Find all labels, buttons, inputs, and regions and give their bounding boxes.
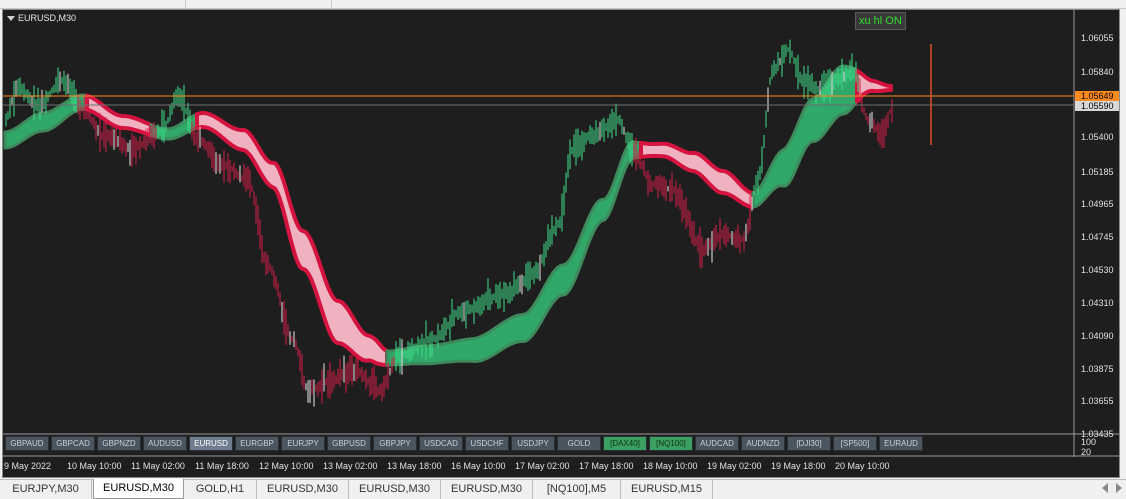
time-label: 20 May 10:00 (835, 461, 890, 471)
price-level-label: 1.04310 (1081, 298, 1114, 308)
time-label: 11 May 02:00 (131, 461, 185, 471)
top-toolbar-strip (0, 0, 1126, 9)
price-level-label: 1.05840 (1081, 67, 1114, 77)
symbol-selector-bar: GBPAUD GBPCAD GBPNZD AUDUSD EURUSD EURGBP EURJ… (5, 436, 923, 452)
symbol-button[interactable]: EURJPY (281, 436, 325, 451)
chart-tab-bar: EURJPY,M30 EURUSD,M30 GOLD,H1 EURUSD,M30 EUR… (0, 479, 1126, 499)
symbol-button[interactable]: EURAUD (879, 436, 923, 451)
price-level-label: 1.05185 (1081, 167, 1114, 177)
time-label: 19 May 18:00 (771, 461, 826, 471)
time-label: 13 May 18:00 (387, 461, 442, 471)
time-label: 18 May 10:00 (643, 461, 698, 471)
symbol-button[interactable]: USDCAD (419, 436, 463, 451)
symbol-button[interactable]: GBPAUD (5, 436, 49, 451)
chart-tab[interactable]: EURJPY,M30 (0, 480, 92, 499)
chart-tab[interactable]: EURUSD,M30 (93, 479, 184, 499)
ask-price-badge: 1.05649 (1075, 91, 1119, 101)
symbol-button[interactable]: USDCHF (465, 436, 509, 451)
symbol-button[interactable]: [NQ100] (649, 436, 693, 451)
time-label: 19 May 02:00 (707, 461, 762, 471)
time-label: 12 May 10:00 (259, 461, 314, 471)
symbol-button[interactable]: EURGBP (235, 436, 279, 451)
bear-band (195, 111, 389, 367)
chart-title[interactable]: EURUSD,M30 (7, 13, 76, 23)
indicator-level-bottom: 20 (1081, 447, 1092, 457)
price-level-label: 1.03875 (1081, 364, 1114, 374)
time-label: 17 May 02:00 (515, 461, 570, 471)
time-label: 9 May 2022 (4, 461, 52, 471)
chart-tab[interactable]: EURUSD,M15 (621, 480, 713, 499)
time-label: 13 May 02:00 (323, 461, 378, 471)
symbol-button[interactable]: [SP500] (833, 436, 877, 451)
symbol-button[interactable]: AUDCAD (695, 436, 739, 451)
chart-window[interactable]: EURUSD,M30 xu hl ON 1.06055 1.05840 1.0540… (2, 9, 1120, 478)
chart-menu-icon[interactable] (7, 15, 15, 21)
symbol-button[interactable]: GBPCAD (51, 436, 95, 451)
indicator-toggle-button[interactable]: xu hl ON (855, 12, 906, 30)
axis-separators (3, 10, 1119, 457)
chart-tab[interactable]: [NQ100],M5 (533, 480, 621, 499)
symbol-button[interactable]: GBPNZD (97, 436, 141, 451)
time-axis[interactable]: 9 May 2022 10 May 10:00 11 May 02:00 11 May… (3, 458, 1075, 476)
chart-tab[interactable]: EURUSD,M30 (441, 480, 533, 499)
time-label: 10 May 10:00 (67, 461, 122, 471)
indicator-axis: 100 20 (1075, 435, 1119, 457)
price-level-label: 1.03655 (1081, 396, 1114, 406)
chart-tab[interactable]: EURUSD,M30 (349, 480, 441, 499)
price-chart[interactable] (3, 10, 1119, 477)
price-level-label: 1.05400 (1081, 132, 1114, 142)
price-level-label: 1.04090 (1081, 331, 1114, 341)
symbol-button[interactable]: USDJPY (511, 436, 555, 451)
tab-scroll-controls (1102, 483, 1122, 493)
toolbar-segment (0, 0, 186, 8)
price-level-label: 1.04745 (1081, 232, 1114, 242)
symbol-button[interactable]: [DJI30] (787, 436, 831, 451)
bear-band (85, 93, 153, 138)
toolbar-segment (186, 0, 332, 8)
indicator-level-top: 100 (1081, 437, 1097, 447)
trend-bands (3, 64, 893, 367)
time-label: 16 May 10:00 (451, 461, 506, 471)
chart-title-label: EURUSD,M30 (18, 13, 77, 23)
symbol-button[interactable]: AUDNZD (741, 436, 785, 451)
time-label: 17 May 18:00 (579, 461, 634, 471)
symbol-button[interactable]: GOLD (557, 436, 601, 451)
bull-band (751, 64, 859, 209)
price-level-label: 1.06055 (1081, 33, 1114, 43)
price-level-label: 1.04530 (1081, 265, 1114, 275)
symbol-button[interactable]: EURUSD (189, 436, 233, 451)
bid-price-badge: 1.05590 (1075, 101, 1119, 111)
price-axis[interactable]: 1.06055 1.05840 1.05400 1.05185 1.04965 1.047… (1075, 10, 1119, 439)
chart-tab[interactable]: GOLD,H1 (184, 480, 257, 499)
chart-tab[interactable]: EURUSD,M30 (257, 480, 349, 499)
symbol-button[interactable]: GBPUSD (327, 436, 371, 451)
symbol-button[interactable]: AUDUSD (143, 436, 187, 451)
symbol-button[interactable]: GBPJPY (373, 436, 417, 451)
symbol-button[interactable]: [DAX40] (603, 436, 647, 451)
time-label: 11 May 18:00 (195, 461, 249, 471)
price-level-label: 1.04965 (1081, 199, 1114, 209)
arrow-left-icon[interactable] (1102, 483, 1108, 493)
arrow-right-icon[interactable] (1116, 483, 1122, 493)
bull-band (385, 140, 643, 367)
